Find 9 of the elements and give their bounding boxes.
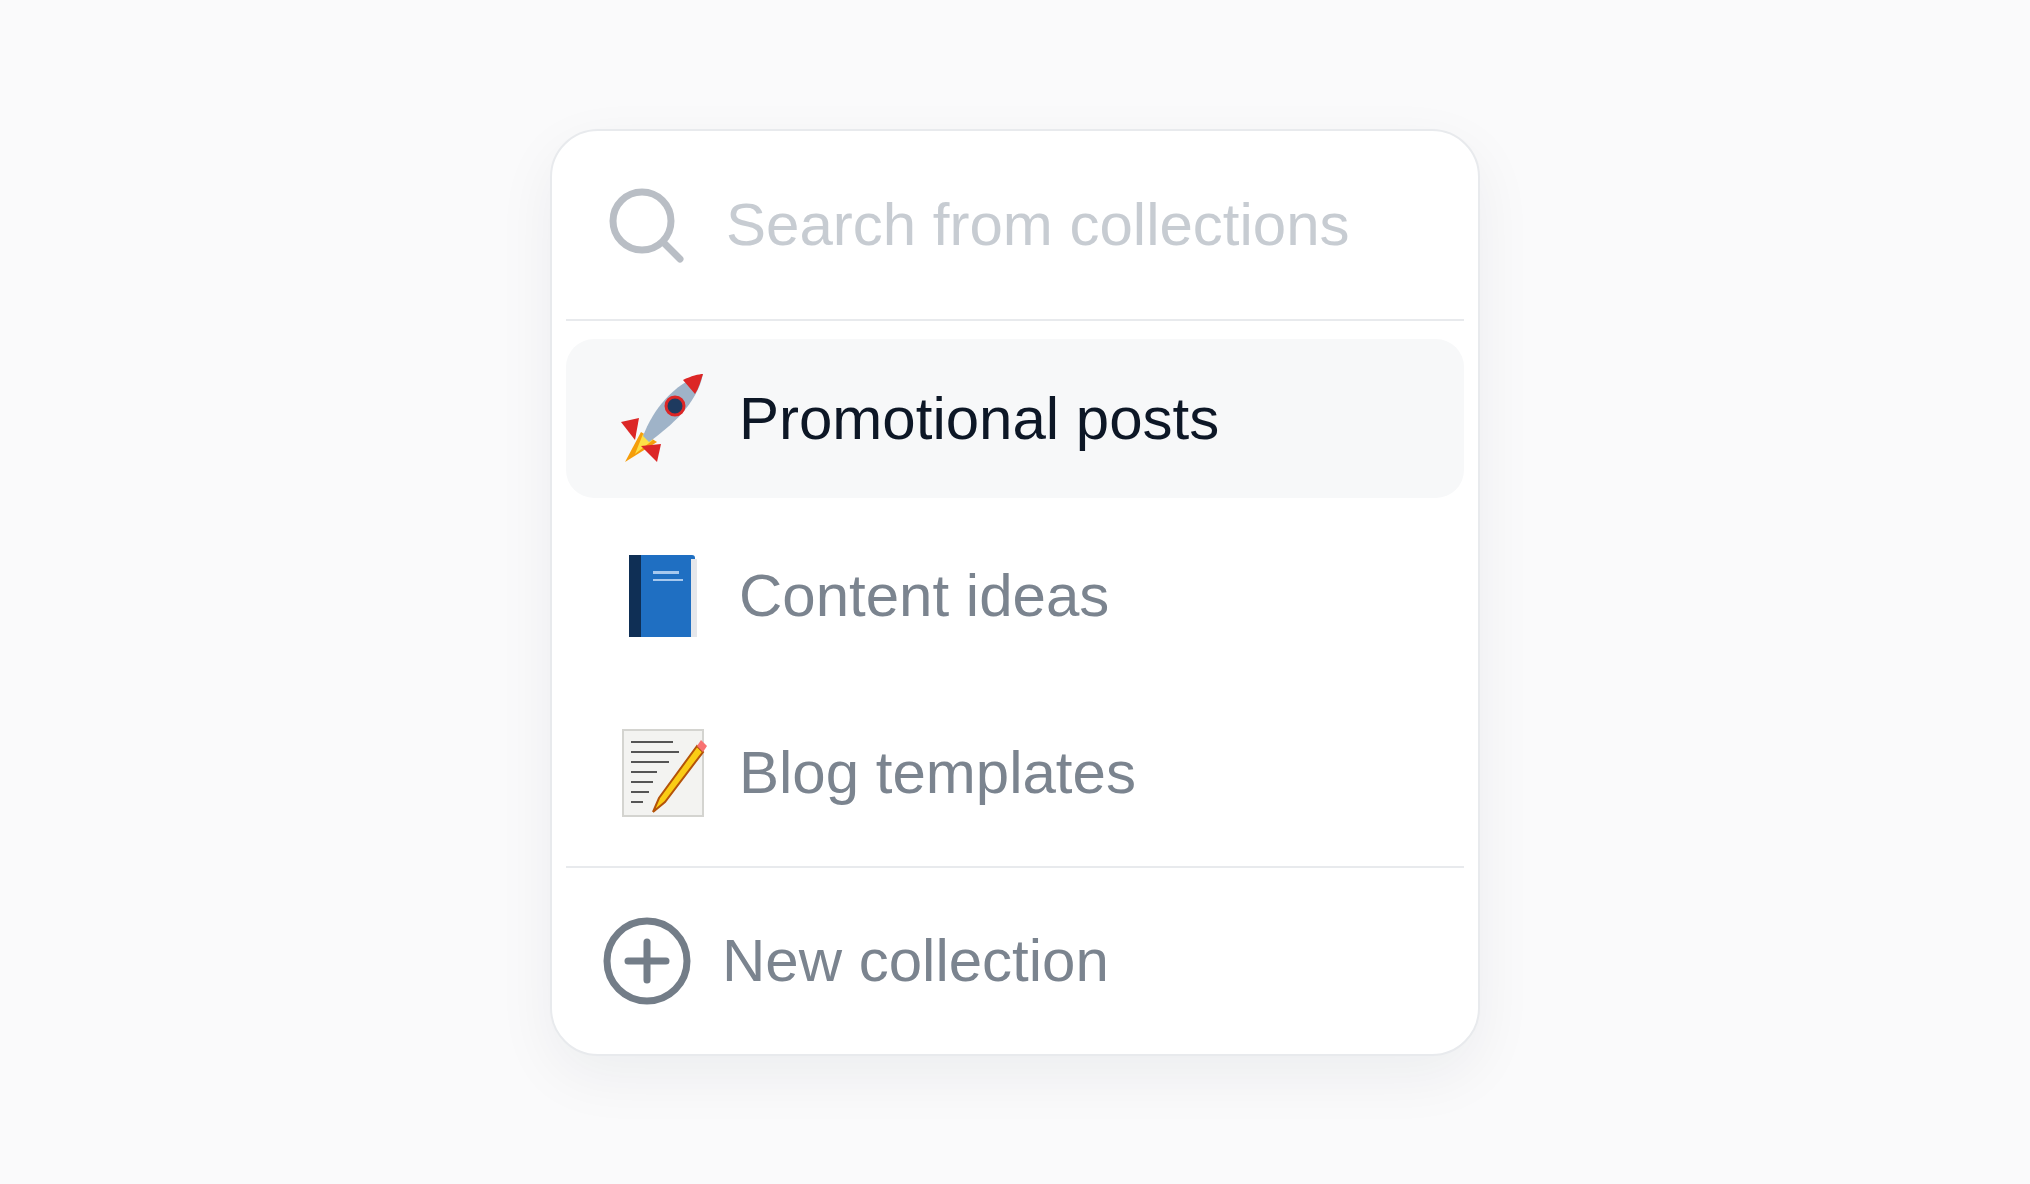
collection-name: Promotional posts: [739, 383, 1220, 453]
collection-name: Content ideas: [739, 560, 1110, 630]
search-field[interactable]: Search from collections: [726, 190, 1446, 259]
collection-item[interactable]: Blog templates: [566, 692, 1464, 852]
collection-item[interactable]: Content ideas: [566, 515, 1464, 675]
collection-name: Blog templates: [739, 737, 1136, 807]
plus-circle-icon[interactable]: [602, 915, 692, 1006]
collection-item[interactable]: Promotional posts: [566, 338, 1464, 498]
new-collection-link[interactable]: New collection: [722, 926, 1109, 995]
